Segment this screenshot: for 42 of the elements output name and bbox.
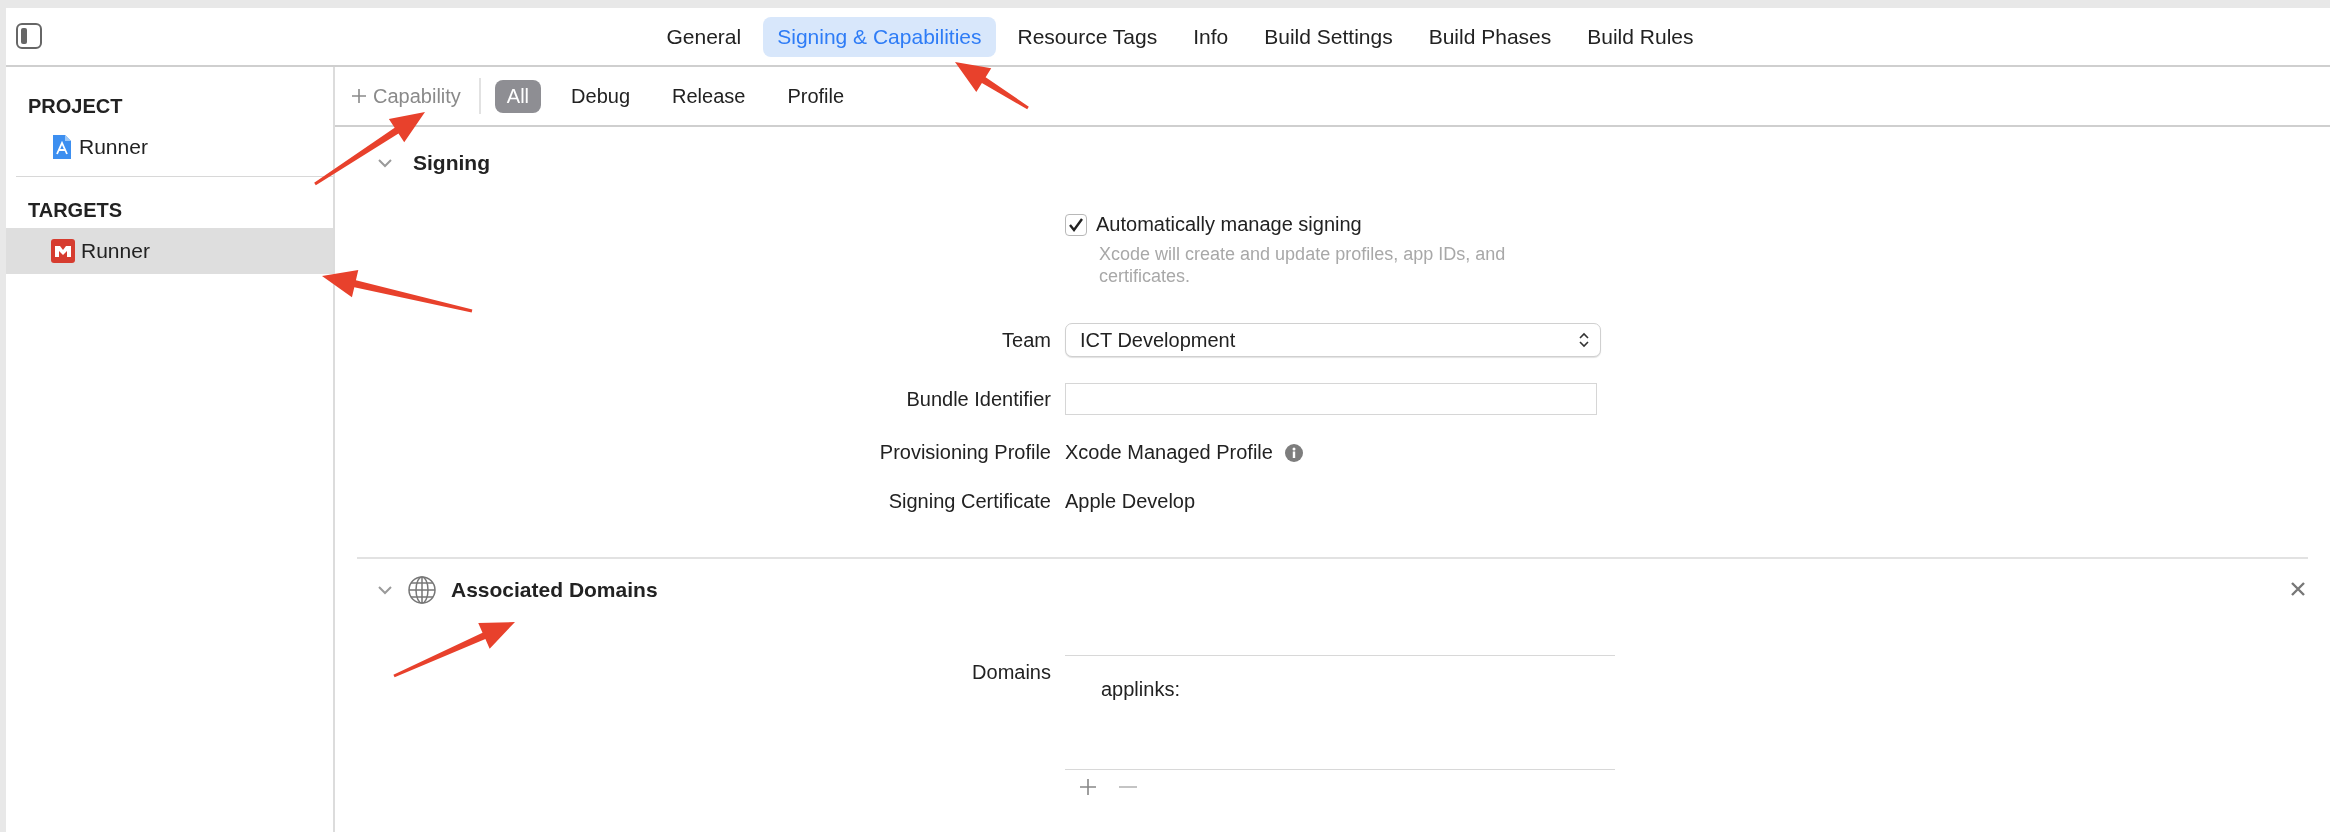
- field-label: Team: [1002, 328, 1051, 352]
- filter-tab[interactable]: Profile: [775, 79, 857, 113]
- chevron-down-icon[interactable]: [377, 156, 393, 170]
- field-label: Domains: [972, 661, 1051, 686]
- editor-tab[interactable]: Build Rules: [1573, 16, 1708, 57]
- editor-tab[interactable]: Info: [1179, 16, 1243, 57]
- checkmark-icon: [1068, 217, 1084, 232]
- checkbox[interactable]: [1065, 213, 1087, 236]
- sidebar-item[interactable]: Runner: [6, 228, 333, 274]
- sidebar-toggle-icon[interactable]: [16, 23, 42, 49]
- plus-icon: [351, 88, 367, 104]
- info-icon[interactable]: [1284, 443, 1303, 462]
- editor-tab[interactable]: General: [652, 16, 756, 57]
- globe-icon: [407, 575, 437, 606]
- field-label: Bundle Identifier: [906, 387, 1051, 411]
- section-heading: TARGETS: [28, 198, 124, 223]
- add-capability-button[interactable]: Capability: [347, 80, 465, 112]
- section-title: Associated Domains: [451, 578, 658, 603]
- minus-icon: [1119, 786, 1137, 789]
- editor-tab[interactable]: Build Phases: [1414, 16, 1566, 57]
- plus-icon: [1079, 778, 1097, 797]
- section-title: Signing: [413, 151, 490, 175]
- field-label: Provisioning Profile: [879, 441, 1051, 465]
- app-target-icon: [51, 239, 75, 263]
- editor-tab[interactable]: Build Settings: [1250, 16, 1407, 57]
- editor-tab[interactable]: Resource Tags: [1003, 16, 1172, 57]
- filter-tab[interactable]: Debug: [559, 79, 642, 113]
- sidebar-item[interactable]: Runner: [6, 124, 333, 170]
- stepper-arrows-icon: [1578, 332, 1590, 349]
- checkbox-label: Automatically manage signing: [1096, 213, 1362, 236]
- bundle-identifier-field[interactable]: [1065, 383, 1597, 416]
- close-button[interactable]: [2290, 581, 2306, 598]
- filter-tab[interactable]: Release: [660, 79, 758, 113]
- hint-text: Xcode will create and update profiles, app IDs, and certificates.: [1099, 244, 1507, 288]
- domain-entry[interactable]: applinks:: [1101, 678, 1615, 702]
- field-label: Signing Certificate: [888, 490, 1051, 514]
- field-value: Xcode Managed Profile: [1065, 441, 1273, 465]
- section-heading: PROJECT: [28, 94, 124, 119]
- field-value: Apple Develop: [1065, 490, 1196, 514]
- close-icon: [2290, 581, 2306, 598]
- project-file-icon: [51, 134, 73, 160]
- team-popup[interactable]: ICT Development: [1065, 323, 1601, 358]
